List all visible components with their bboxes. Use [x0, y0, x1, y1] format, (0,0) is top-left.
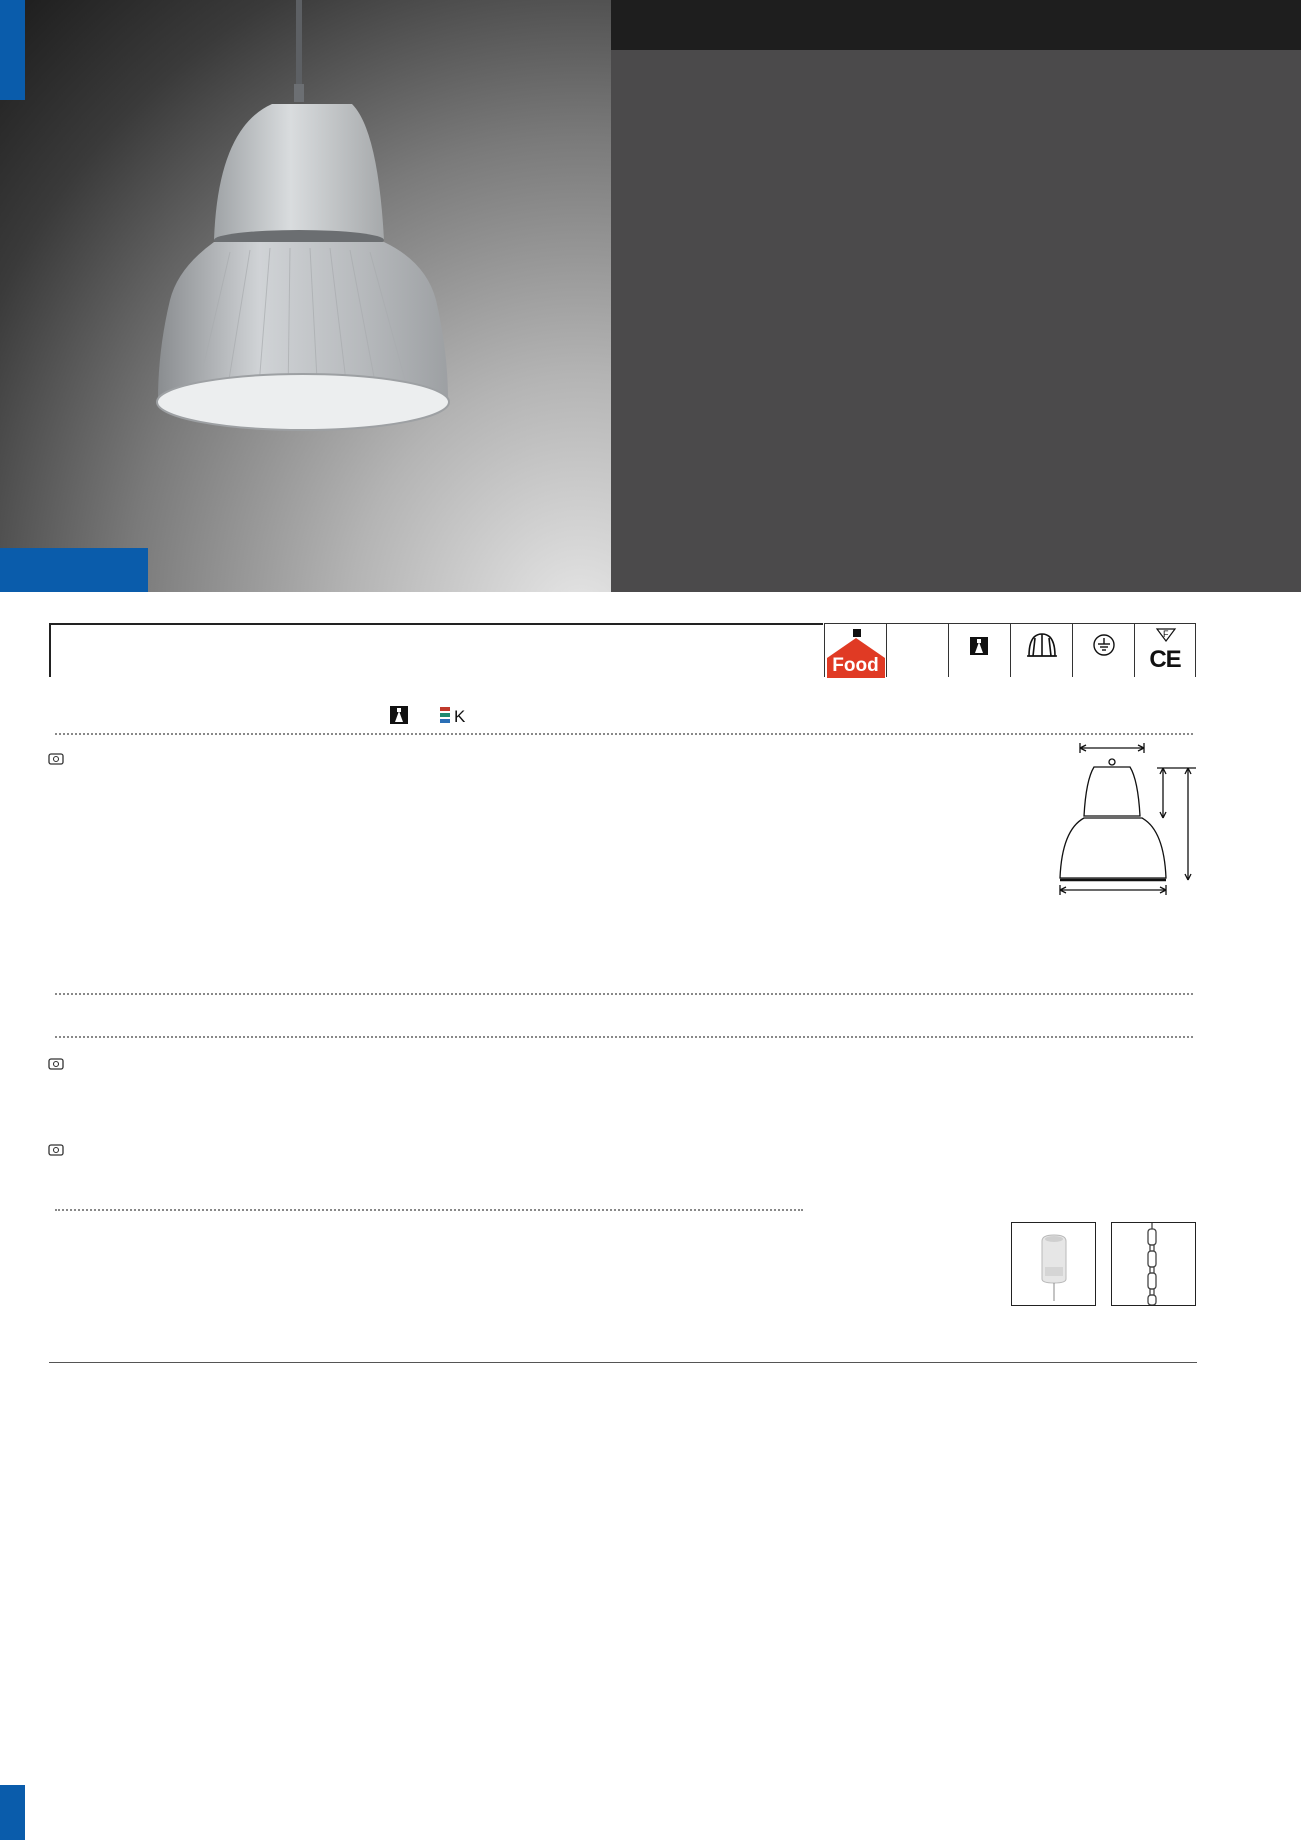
light-distribution-icon: [948, 623, 1010, 677]
hero-dark-panel: [611, 50, 1301, 592]
energy-class-icon: K: [440, 706, 470, 726]
f-ce-mark-icon: F CE: [1134, 623, 1196, 677]
cage-guard-icon: [1010, 623, 1072, 677]
blue-footer-tab: [0, 1785, 25, 1840]
blank-badge: [886, 623, 948, 677]
blue-hero-tab: [0, 548, 148, 592]
dimension-drawing: [1050, 740, 1200, 900]
food-label: Food: [832, 655, 879, 676]
pendant-lamp-illustration: [156, 0, 450, 431]
svg-text:F: F: [1163, 629, 1169, 639]
accessory-chain-thumbnail: [1111, 1222, 1196, 1306]
section-rule: [49, 1362, 1197, 1363]
accessory-canopy-thumbnail: [1011, 1222, 1096, 1306]
dotted-divider: [55, 1209, 803, 1211]
light-distribution-small-icon: [390, 706, 408, 724]
dotted-divider: [55, 993, 1193, 995]
blue-corner-tab: [0, 0, 25, 100]
svg-text:K: K: [454, 707, 466, 724]
ce-mark: CE: [1149, 646, 1181, 673]
hero-product-photo: [0, 0, 611, 592]
certification-badges: Food F CE: [824, 623, 1197, 678]
product-title-box: [49, 623, 823, 677]
earth-ground-icon: [1072, 623, 1134, 677]
lamp-spec-icon: [48, 1057, 64, 1075]
lamp-spec-icon: [48, 1143, 64, 1161]
lamp-spec-icon: [48, 752, 64, 770]
dotted-divider: [55, 733, 1193, 735]
food-badge: Food: [824, 623, 886, 678]
dotted-divider: [55, 1036, 1193, 1038]
hero-dark-band: [611, 0, 1301, 50]
